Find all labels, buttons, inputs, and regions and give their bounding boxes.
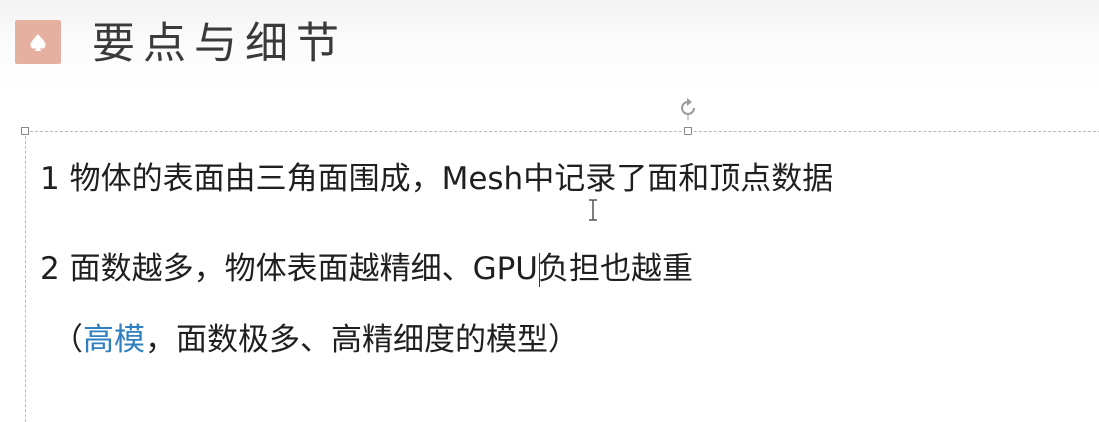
bullet-line-1[interactable]: 1 物体的表面由三角面围成，Mesh中记录了面和顶点数据 bbox=[40, 158, 833, 200]
resize-handle-top-left[interactable] bbox=[21, 127, 29, 135]
slide-title: 要点与细节 bbox=[92, 19, 347, 69]
resize-handle-top-middle[interactable] bbox=[684, 127, 692, 135]
bullet-line-3-rest: ，面数极多、高精细度的模型 bbox=[145, 322, 548, 358]
open-parenthesis: （ bbox=[52, 322, 83, 358]
text-insertion-caret bbox=[539, 253, 540, 287]
bullet-line-2[interactable]: 2 面数越多，物体表面越精细、GPU负担也越重 bbox=[40, 248, 693, 290]
text-cursor-ibeam-icon bbox=[587, 198, 599, 222]
spade-badge-icon bbox=[15, 20, 61, 64]
highlight-term: 高模 bbox=[83, 322, 145, 358]
slide-canvas: 要点与细节 1 物体的表面由三角面围成，Mesh中记录了面和顶点数据 2 面数越… bbox=[0, 0, 1099, 422]
close-parenthesis: ） bbox=[548, 322, 579, 358]
rotate-handle-icon[interactable] bbox=[676, 96, 700, 121]
bullet-line-3[interactable]: （高模，面数极多、高精细度的模型） bbox=[52, 319, 579, 361]
